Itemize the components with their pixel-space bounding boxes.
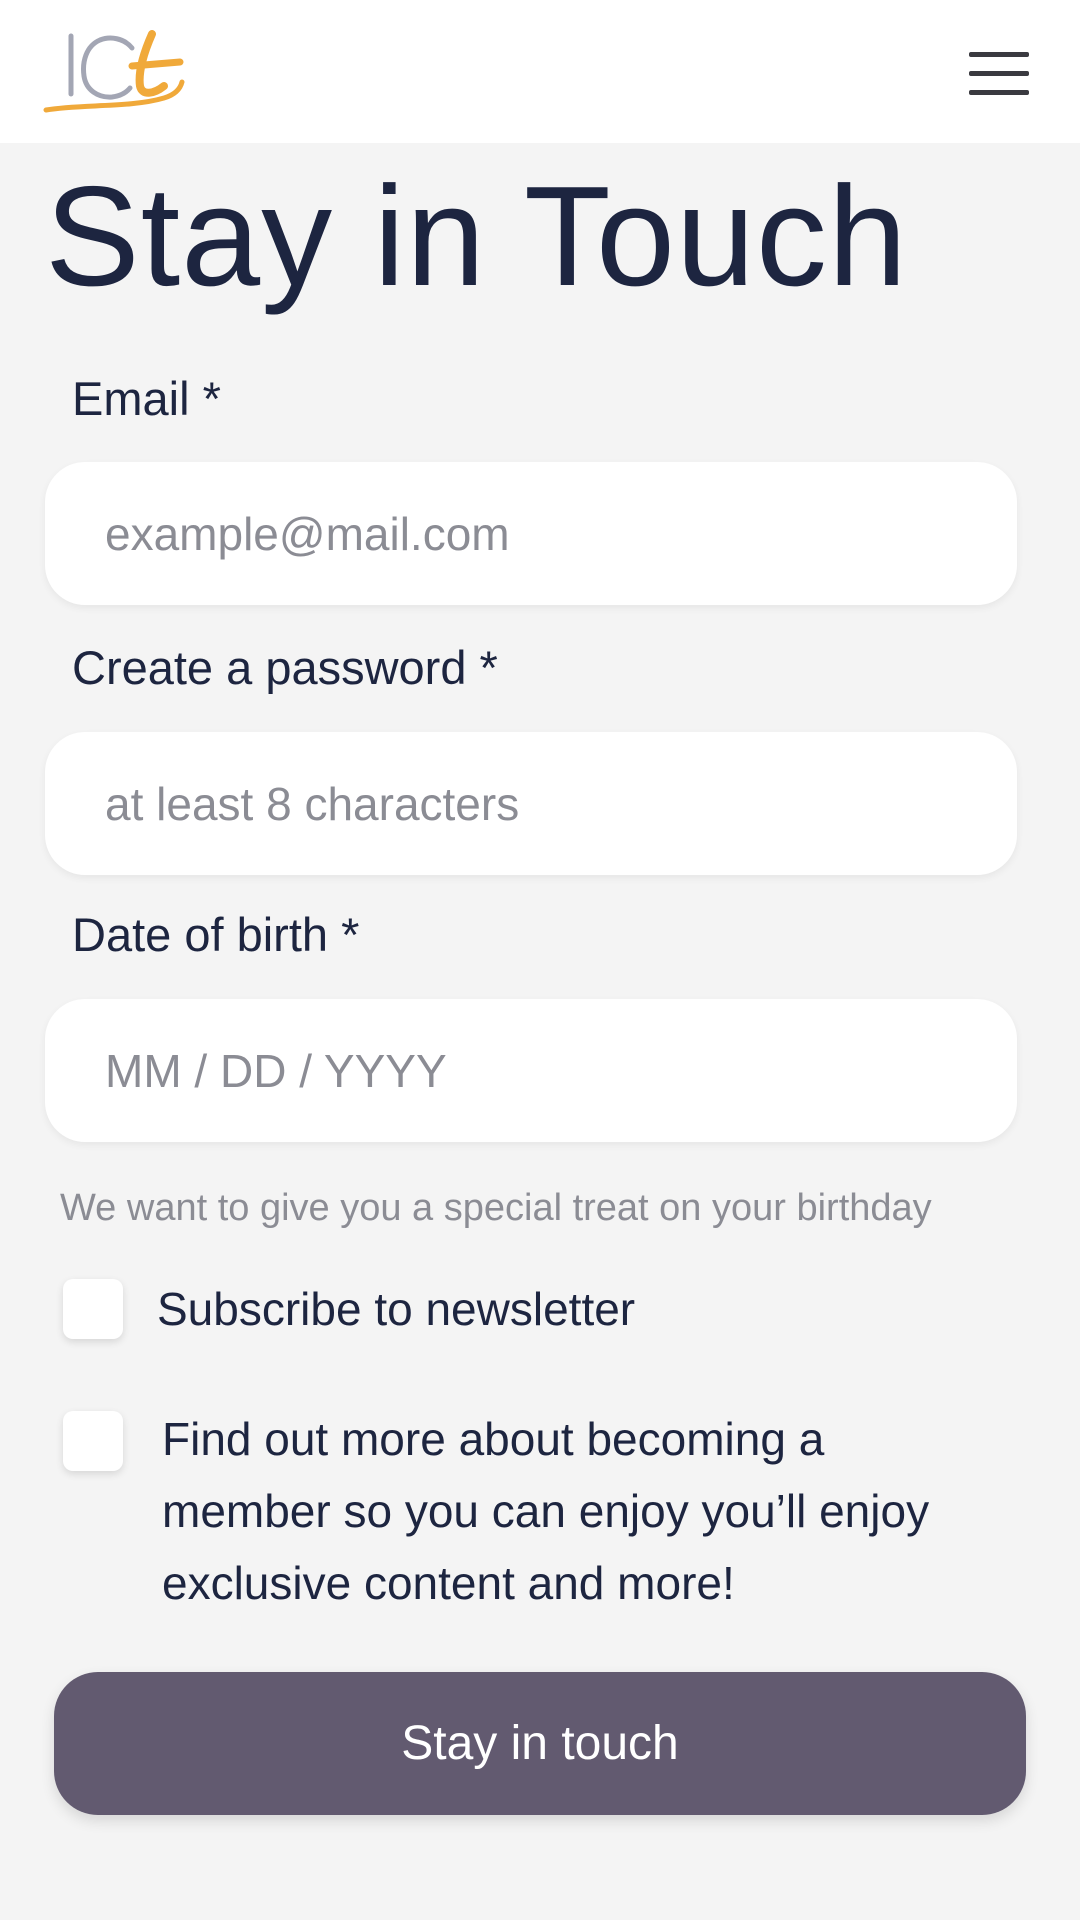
hamburger-menu-icon[interactable]: [966, 50, 1030, 98]
membership-checkbox[interactable]: [63, 1411, 123, 1471]
dob-label: Date of birth *: [72, 908, 360, 961]
email-label: Email *: [72, 372, 221, 425]
app-header: [0, 0, 1080, 143]
stay-in-touch-button[interactable]: Stay in touch: [54, 1672, 1026, 1815]
email-field[interactable]: [45, 462, 1017, 605]
newsletter-checkbox[interactable]: [63, 1279, 123, 1339]
dob-hint: We want to give you a special treat on y…: [60, 1187, 932, 1229]
menu-bar: [969, 90, 1029, 95]
page-title: Stay in Touch: [45, 157, 908, 316]
newsletter-label[interactable]: Subscribe to newsletter: [157, 1273, 635, 1345]
password-label: Create a password *: [72, 641, 498, 694]
menu-bar: [969, 71, 1029, 76]
password-field[interactable]: [45, 732, 1017, 875]
menu-bar: [969, 52, 1029, 57]
dob-field[interactable]: [45, 999, 1017, 1142]
brand-logo[interactable]: [40, 30, 190, 120]
membership-label[interactable]: Find out more about becoming a member so…: [162, 1403, 962, 1619]
